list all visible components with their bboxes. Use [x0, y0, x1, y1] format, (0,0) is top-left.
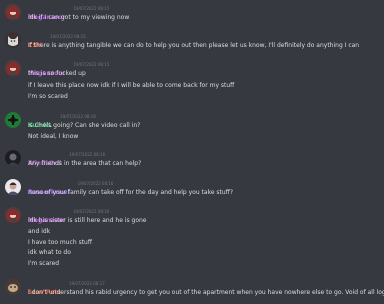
message-line: if I leave this place now idk if I will …: [28, 82, 235, 89]
timestamp: 19/07/2022 08:16: [73, 209, 110, 214]
message-header: Scav Pets 19/07/2022 08:17: [28, 279, 105, 296]
message-header: CSH 19/07/2022 08:15: [28, 32, 86, 49]
message-line: Not ideal, I know: [28, 133, 79, 140]
message-line: this is so fucked up: [28, 70, 86, 77]
message-line: I don't understand his rabid urgency to …: [28, 289, 384, 296]
message-line: Any friends in the area that can help?: [28, 160, 142, 167]
timestamp: 19/07/2022 08:16: [77, 181, 114, 186]
message-line: none of your family can take off for the…: [28, 189, 234, 196]
message-header: KumNL 19/07/2022 08:16: [28, 112, 96, 129]
anime-girl-avatar[interactable]: [5, 60, 21, 76]
message-header: Meganzoor 19/07/2022 08:15: [28, 4, 110, 21]
timestamp: 19/07/2022 08:16: [69, 152, 106, 157]
timestamp: 19/07/2022 08:17: [68, 281, 105, 286]
dark-character-avatar[interactable]: [5, 150, 21, 166]
anime-girl-avatar[interactable]: [5, 4, 21, 20]
portrait-avatar[interactable]: [5, 179, 21, 195]
message-line: If there is anything tangible we can do …: [28, 42, 360, 49]
creature-avatar[interactable]: [5, 279, 21, 295]
timestamp: 19/07/2022 08:16: [60, 114, 96, 119]
cat-avatar[interactable]: [5, 32, 21, 48]
message-header: Rassorkrewl 19/07/2022 08:16: [28, 179, 114, 196]
timestamp: 19/07/2022 08:15: [73, 62, 110, 67]
message-line: idk his sister is still here and he is g…: [28, 217, 147, 224]
message-line: idk what to do: [28, 249, 71, 256]
message-feed: Meganzoor 19/07/2022 08:15 idk if I can …: [0, 0, 384, 304]
message-header: WindsOrd 19/07/2022 08:16: [28, 150, 106, 167]
message-line: I'm so scared: [28, 93, 68, 100]
message-line: and idk: [28, 228, 51, 235]
green-logo-avatar[interactable]: [5, 112, 21, 128]
message-line: Is Chels going? Can she video call in?: [28, 122, 141, 129]
message-header: Meganzoor 19/07/2022 08:16: [28, 207, 110, 224]
anime-girl-avatar[interactable]: [5, 207, 21, 223]
message-header: Meganzoor 19/07/2022 08:15: [28, 60, 110, 77]
timestamp: 19/07/2022 08:15: [49, 34, 86, 39]
message-line: idk if I can got to my viewing now: [28, 14, 130, 21]
timestamp: 19/07/2022 08:15: [73, 6, 110, 11]
message-line: I have too much stuff: [28, 239, 92, 246]
message-line: I'm scared: [28, 260, 60, 267]
